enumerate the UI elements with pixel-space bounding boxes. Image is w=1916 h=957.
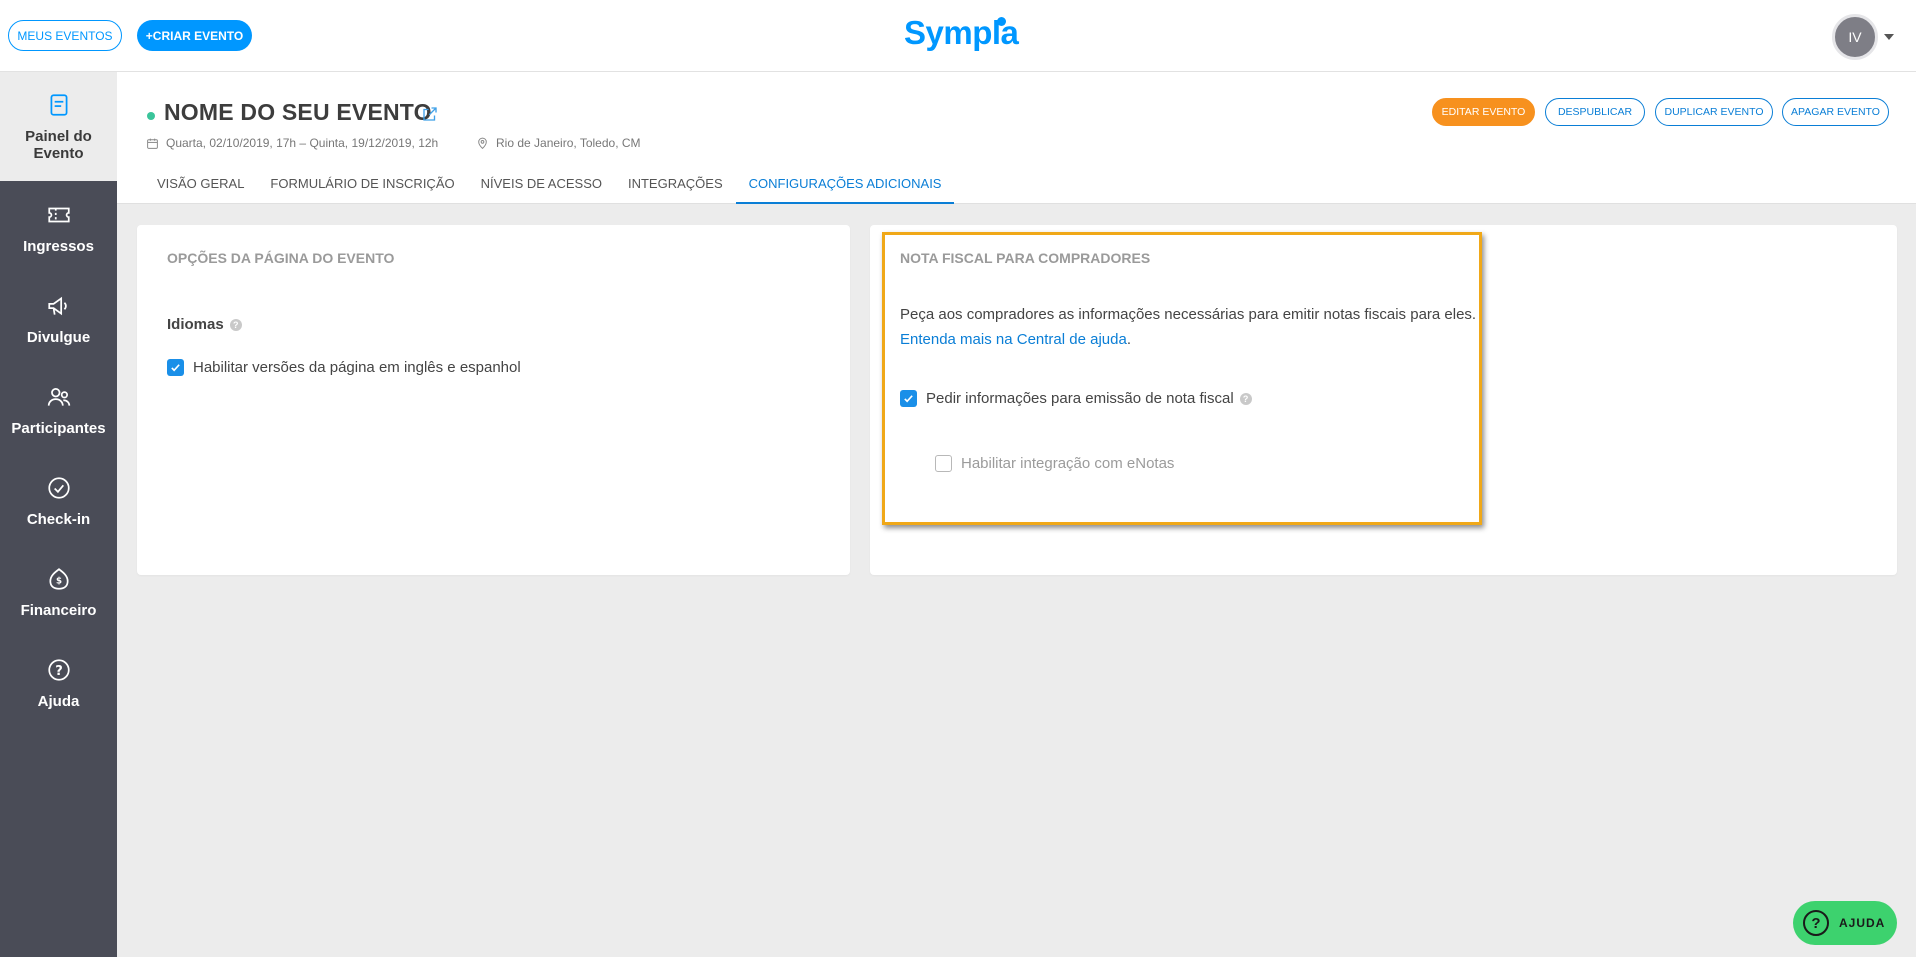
question-icon: ? (1803, 910, 1829, 936)
invoice-description: Peça aos compradores as informações nece… (900, 302, 1480, 352)
svg-text:?: ? (55, 664, 63, 679)
edit-event-button[interactable]: EDITAR EVENTO (1432, 98, 1535, 126)
event-location: Rio de Janeiro, Toledo, CM (476, 136, 641, 150)
user-avatar[interactable]: IV (1832, 14, 1878, 60)
sidebar-item-label: Participantes (11, 420, 106, 437)
enable-languages-option[interactable]: Habilitar versões da página em inglês e … (167, 359, 521, 376)
help-icon[interactable]: ? (1239, 392, 1252, 405)
sidebar-item-financial[interactable]: $ Financeiro (0, 564, 117, 644)
sidebar-item-label: Check-in (26, 511, 91, 528)
sidebar-item-participants[interactable]: Participantes (0, 382, 117, 462)
invoice-title: NOTA FISCAL PARA COMPRADORES (900, 250, 1151, 266)
location-pin-icon (478, 137, 487, 149)
delete-event-button[interactable]: APAGAR EVENTO (1782, 98, 1889, 126)
money-icon: $ (44, 564, 74, 594)
top-bar: MEUS EVENTOS +CRIAR EVENTO Sympla IV (0, 0, 1916, 72)
sidebar-item-label: Painel do Evento (25, 128, 92, 162)
sidebar-item-label: Ajuda (37, 693, 80, 710)
help-center-link[interactable]: Entenda mais na Central de ajuda (900, 331, 1127, 348)
help-link-suffix: . (1126, 331, 1131, 348)
checkmark-icon (904, 395, 913, 403)
languages-label: Idiomas? (167, 316, 242, 333)
document-icon (44, 90, 74, 120)
languages-label-text: Idiomas (167, 316, 224, 333)
page-options-card (137, 225, 850, 575)
event-dates: Quarta, 02/10/2019, 17h – Quinta, 19/12/… (146, 136, 438, 150)
unpublish-button[interactable]: DESPUBLICAR (1545, 98, 1645, 126)
enotas-checkbox[interactable] (935, 455, 952, 472)
event-status-dot (147, 112, 155, 120)
megaphone-icon (44, 291, 74, 321)
enotas-label: Habilitar integração com eNotas (961, 455, 1175, 472)
sidebar-item-tickets[interactable]: Ingressos (0, 200, 117, 280)
invoice-description-text: Peça aos compradores as informações nece… (900, 306, 1477, 323)
enable-languages-label: Habilitar versões da página em inglês e … (193, 359, 521, 376)
help-icon[interactable]: ? (229, 319, 242, 332)
logo-accent-dot (997, 17, 1006, 26)
tab-access-levels[interactable]: NÍVEIS DE ACESSO (468, 168, 615, 204)
create-event-button[interactable]: +CRIAR EVENTO (137, 20, 252, 51)
event-tabs: VISÃO GERAL FORMULÁRIO DE INSCRIÇÃO NÍVE… (144, 168, 955, 204)
help-floating-label: AJUDA (1839, 916, 1886, 930)
event-dates-text: Quarta, 02/10/2019, 17h – Quinta, 19/12/… (166, 136, 439, 150)
request-invoice-label: Pedir informações para emissão de nota f… (926, 390, 1234, 407)
sidebar-item-label: Divulgue (26, 329, 91, 346)
chevron-down-icon[interactable] (1884, 34, 1894, 40)
ticket-icon (44, 200, 74, 230)
sidebar-item-promote[interactable]: Divulgue (0, 291, 117, 371)
event-location-text: Rio de Janeiro, Toledo, CM (496, 136, 641, 150)
my-events-button[interactable]: MEUS EVENTOS (8, 20, 122, 51)
tab-registration-form[interactable]: FORMULÁRIO DE INSCRIÇÃO (257, 168, 467, 204)
sidebar-item-dashboard[interactable]: Painel do Evento (0, 72, 117, 181)
sidebar-item-label: Financeiro (20, 602, 97, 619)
tab-additional-settings[interactable]: CONFIGURAÇÕES ADICIONAIS (735, 168, 955, 204)
request-invoice-checkbox[interactable] (900, 390, 917, 407)
people-icon (44, 382, 74, 412)
sidebar-item-help[interactable]: ? Ajuda (0, 655, 117, 735)
sidebar-item-label: Ingressos (23, 238, 94, 255)
enotas-option[interactable]: Habilitar integração com eNotas (935, 455, 1174, 472)
tab-overview[interactable]: VISÃO GERAL (144, 168, 257, 204)
request-invoice-option[interactable]: Pedir informações para emissão de nota f… (900, 390, 1252, 407)
help-floating-button[interactable]: ? AJUDA (1793, 901, 1897, 945)
enable-languages-checkbox[interactable] (167, 359, 184, 376)
sidebar-item-checkin[interactable]: Check-in (0, 473, 117, 553)
tab-integrations[interactable]: INTEGRAÇÕES (615, 168, 736, 204)
external-link-icon[interactable] (421, 105, 439, 123)
duplicate-event-button[interactable]: DUPLICAR EVENTO (1655, 98, 1773, 126)
event-title: NOME DO SEU EVENTO (164, 99, 432, 125)
check-circle-icon (44, 473, 74, 503)
sidebar: Painel do Evento Ingressos Divulgue Part… (0, 72, 117, 957)
help-circle-icon: ? (44, 655, 74, 685)
svg-text:$: $ (55, 576, 61, 586)
calendar-icon (147, 138, 158, 149)
checkmark-icon (171, 364, 180, 372)
page-options-title: OPÇÕES DA PÁGINA DO EVENTO (167, 250, 395, 266)
